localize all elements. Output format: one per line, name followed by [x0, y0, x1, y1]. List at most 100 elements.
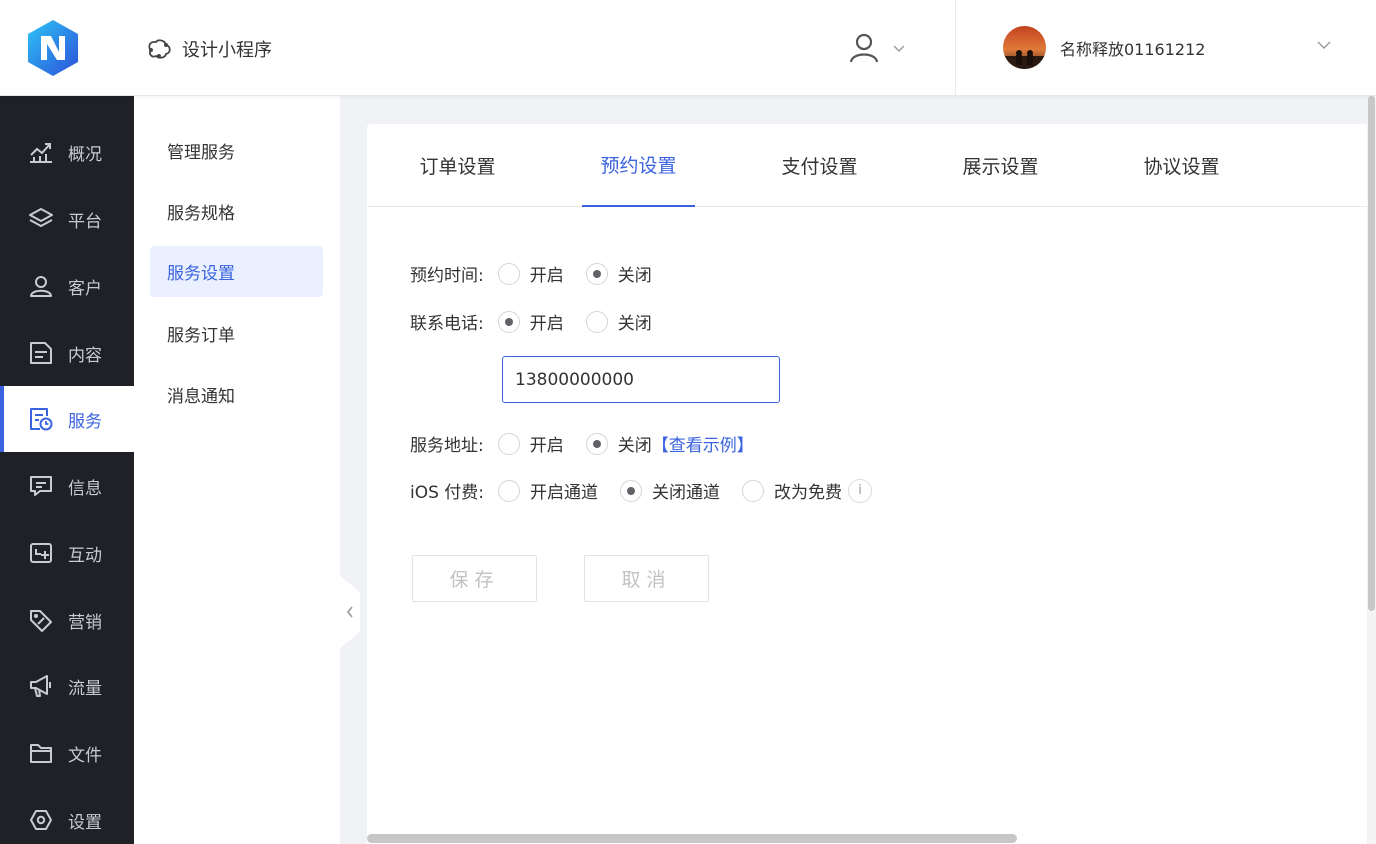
- subnav-item-label: 管理服务: [167, 143, 235, 163]
- contact-phone-on-radio[interactable]: 开启: [497, 309, 564, 334]
- sidebar-item-label: 营销: [68, 612, 102, 633]
- sidebar-item-service[interactable]: 服务: [0, 386, 134, 452]
- radio-circle: [497, 432, 520, 455]
- chart-line-icon: [30, 143, 52, 163]
- sidebar-item-overview[interactable]: 概况: [0, 119, 134, 185]
- cancel-button[interactable]: 取消: [584, 555, 709, 602]
- top-header: 设计小程序 名称释放01161212: [0, 0, 1376, 96]
- app-title[interactable]: 设计小程序: [146, 36, 272, 62]
- service-address-on-radio[interactable]: 开启: [497, 431, 564, 456]
- radio-label: 开启: [529, 436, 564, 456]
- radio-label: 关闭通道: [652, 483, 721, 503]
- user-icon: [849, 33, 879, 63]
- ios-payment-row: iOS 付费: 开启通道 关闭通道 改为免费 i: [410, 478, 873, 503]
- subnav-item-label: 服务设置: [167, 264, 235, 284]
- sidebar-item-label: 流量: [68, 678, 102, 699]
- radio-circle: [498, 479, 521, 502]
- radio-circle: [585, 432, 608, 455]
- sidebar-item-customer[interactable]: 客户: [0, 253, 134, 319]
- sidebar-collapse-handle[interactable]: [340, 576, 360, 648]
- tab-order-settings[interactable]: 订单设置: [400, 124, 515, 207]
- sidebar-item-traffic[interactable]: 流量: [0, 653, 134, 719]
- booking-time-off-radio[interactable]: 关闭: [585, 261, 652, 286]
- settings-card: 订单设置 预约设置 支付设置 展示设置 协议设置 预约时间: 开启 关闭 联系电…: [367, 124, 1367, 844]
- subnav-item-service-orders[interactable]: 服务订单: [150, 308, 323, 359]
- radio-label: 关闭: [617, 266, 652, 286]
- horizontal-scrollbar-thumb[interactable]: [367, 834, 1017, 843]
- sidebar-item-label: 平台: [68, 211, 102, 232]
- tab-payment-settings[interactable]: 支付设置: [762, 124, 877, 207]
- sidebar-item-label: 内容: [68, 345, 102, 366]
- subnav-item-notifications[interactable]: 消息通知: [150, 369, 323, 420]
- tab-agreement-settings[interactable]: 协议设置: [1124, 124, 1239, 207]
- tab-label: 支付设置: [781, 156, 858, 178]
- subnav-item-label: 服务规格: [167, 204, 235, 224]
- tab-display-settings[interactable]: 展示设置: [943, 124, 1058, 207]
- subnav-item-label: 消息通知: [167, 387, 235, 407]
- sidebar-item-settings[interactable]: 设置: [0, 787, 134, 844]
- radio-circle: [620, 479, 643, 502]
- sidebar-item-label: 概况: [68, 144, 102, 165]
- chevron-down-icon[interactable]: [1316, 40, 1332, 50]
- tab-label: 预约设置: [600, 155, 677, 177]
- service-address-off-radio[interactable]: 关闭: [585, 431, 652, 456]
- service-address-row: 服务地址: 开启 关闭 【查看示例】: [410, 431, 754, 456]
- sidebar-item-label: 服务: [68, 411, 102, 432]
- chevron-down-icon: [893, 45, 905, 52]
- primary-sidebar: 概况 平台 客户 内容 服务 信息 互动 营销 流量 文件 设置: [0, 96, 134, 844]
- tab-booking-settings[interactable]: 预约设置: [582, 124, 695, 207]
- sidebar-item-label: 信息: [68, 478, 102, 499]
- radio-circle: [497, 310, 520, 333]
- radio-label: 开启: [529, 266, 564, 286]
- ios-channel-off-radio[interactable]: 关闭通道: [620, 478, 720, 503]
- sidebar-item-label: 客户: [68, 278, 102, 299]
- tab-label: 订单设置: [419, 156, 496, 178]
- sidebar-item-label: 互动: [68, 545, 102, 566]
- radio-label: 改为免费: [774, 483, 843, 503]
- radio-label: 开启通道: [530, 483, 599, 503]
- megaphone-icon: [30, 675, 51, 697]
- ios-channel-on-radio[interactable]: 开启通道: [498, 478, 598, 503]
- interaction-icon: [30, 543, 52, 563]
- radio-label: 开启: [529, 314, 564, 334]
- layers-icon: [29, 208, 53, 227]
- service-clock-icon: [30, 408, 53, 431]
- subnav-item-label: 服务订单: [167, 326, 235, 346]
- secondary-sidebar: 管理服务 服务规格 服务设置 服务订单 消息通知: [134, 96, 340, 844]
- brand-logo-icon[interactable]: [25, 18, 81, 78]
- sidebar-item-interaction[interactable]: 互动: [0, 520, 134, 586]
- folder-icon: [30, 744, 52, 763]
- booking-time-label: 预约时间:: [410, 266, 484, 286]
- gear-icon: [30, 810, 52, 830]
- sidebar-item-files[interactable]: 文件: [0, 720, 134, 786]
- contact-phone-row: 联系电话: 开启 关闭: [410, 309, 662, 334]
- sidebar-item-content[interactable]: 内容: [0, 320, 134, 386]
- user-icon: [30, 276, 52, 297]
- save-button[interactable]: 保存: [412, 555, 537, 602]
- contact-phone-off-radio[interactable]: 关闭: [585, 309, 652, 334]
- phone-input[interactable]: [502, 356, 780, 403]
- sidebar-item-platform[interactable]: 平台: [0, 186, 134, 252]
- radio-label: 关闭: [617, 314, 652, 334]
- radio-circle: [742, 479, 765, 502]
- document-icon: [30, 342, 52, 364]
- radio-circle: [585, 262, 608, 285]
- service-address-label: 服务地址:: [410, 436, 484, 456]
- app-title-text: 设计小程序: [182, 40, 272, 61]
- account-switcher[interactable]: 名称释放01161212: [1003, 26, 1205, 69]
- sidebar-item-label: 设置: [68, 812, 102, 833]
- user-menu-button[interactable]: [848, 32, 906, 64]
- subnav-item-service-specs[interactable]: 服务规格: [150, 186, 323, 237]
- settings-tabs: 订单设置 预约设置 支付设置 展示设置 协议设置: [367, 124, 1367, 207]
- vertical-scrollbar-thumb[interactable]: [1368, 96, 1375, 611]
- booking-time-on-radio[interactable]: 开启: [497, 261, 564, 286]
- booking-time-row: 预约时间: 开启 关闭: [410, 261, 662, 286]
- sidebar-item-marketing[interactable]: 营销: [0, 587, 134, 653]
- info-icon[interactable]: i: [848, 478, 873, 503]
- view-example-link[interactable]: 【查看示例】: [652, 431, 754, 456]
- sidebar-item-message[interactable]: 信息: [0, 453, 134, 519]
- subnav-item-service-settings[interactable]: 服务设置: [150, 246, 323, 297]
- ios-free-radio[interactable]: 改为免费: [742, 478, 842, 503]
- subnav-item-manage-services[interactable]: 管理服务: [150, 125, 323, 176]
- account-name: 名称释放01161212: [1060, 39, 1206, 59]
